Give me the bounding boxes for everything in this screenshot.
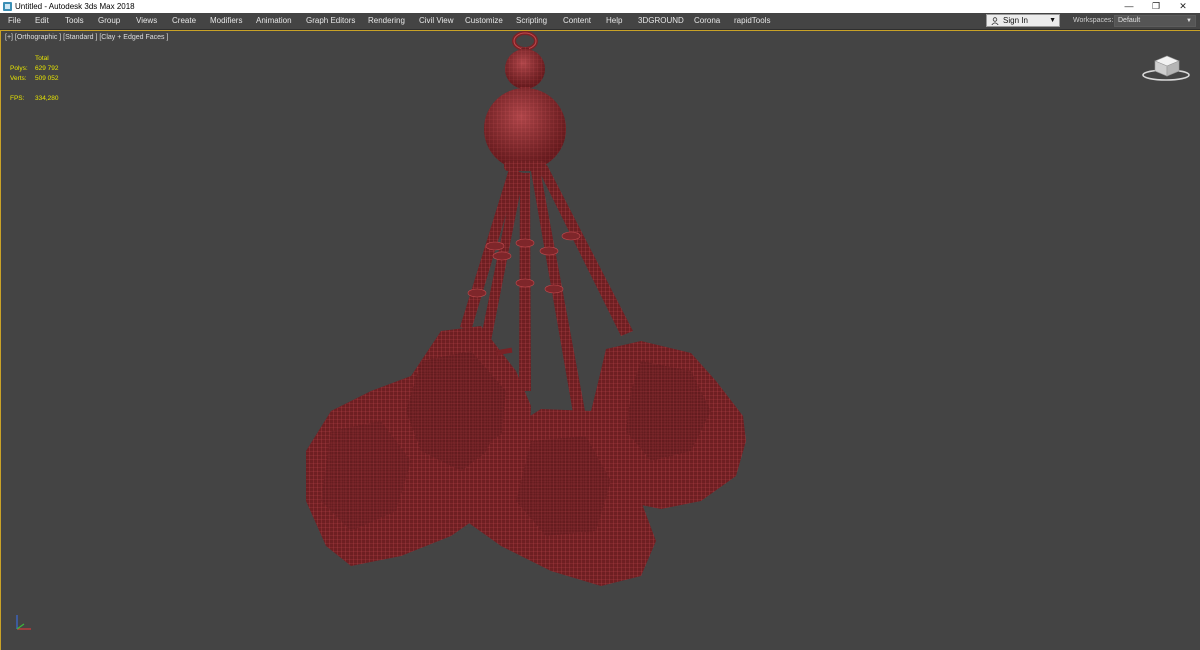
sign-in-label: Sign In [1003,16,1028,25]
large-sphere [484,88,566,171]
fps-label: FPS: [10,95,25,102]
stats-header: Total [35,55,49,62]
axis-tripod-icon [16,615,31,630]
window-title: Untitled - Autodesk 3ds Max 2018 [15,2,135,11]
chevron-down-icon: ▼ [1049,17,1056,24]
menu-rendering[interactable]: Rendering [368,13,405,29]
user-icon [991,17,999,25]
perspective-viewport[interactable]: [+] [Orthographic ] [Standard ] [Clay + … [0,30,1200,650]
menu-group[interactable]: Group [98,13,120,29]
menu-corona[interactable]: Corona [694,13,720,29]
verts-label: Verts: [10,75,27,82]
close-button[interactable]: ✕ [1170,0,1196,13]
menu-views[interactable]: Views [136,13,157,29]
maximize-button[interactable]: ❐ [1143,0,1169,13]
menu-animation[interactable]: Animation [256,13,292,29]
workspaces-label: Workspaces: [1073,17,1114,24]
statistics-overlay: Total Polys: 629 792 Verts: 509 052 FPS:… [10,54,70,104]
fps-value: 334,280 [35,95,59,102]
verts-value: 509 052 [35,75,59,82]
menu-graph-editors[interactable]: Graph Editors [306,13,355,29]
menu-modifiers[interactable]: Modifiers [210,13,242,29]
menu-create[interactable]: Create [172,13,196,29]
menu-rapidtools[interactable]: rapidTools [734,13,770,29]
sign-in-dropdown[interactable]: Sign In ▼ [986,14,1060,27]
scene-model[interactable] [1,31,1200,650]
menu-file[interactable]: File [8,13,21,29]
menu-scripting[interactable]: Scripting [516,13,547,29]
menu-edit[interactable]: Edit [35,13,49,29]
workspaces-select[interactable]: Default ▼ [1114,15,1196,27]
viewport-label[interactable]: [+] [Orthographic ] [Standard ] [Clay + … [5,34,168,41]
workspaces-value: Default [1118,17,1141,24]
menu-help[interactable]: Help [606,13,622,29]
menu-content[interactable]: Content [563,13,591,29]
minimize-button[interactable]: — [1116,0,1142,13]
polys-label: Polys: [10,65,28,72]
menu-civil-view[interactable]: Civil View [419,13,454,29]
menu-customize[interactable]: Customize [465,13,503,29]
viewcube-icon[interactable] [1141,51,1191,83]
chevron-down-icon: ▼ [1186,18,1192,24]
polys-value: 629 792 [35,65,59,72]
app-icon [3,2,12,11]
title-bar: Untitled - Autodesk 3ds Max 2018 — ❐ ✕ [0,0,1200,13]
menu-3dground[interactable]: 3DGROUND [638,13,684,29]
menu-tools[interactable]: Tools [65,13,84,29]
